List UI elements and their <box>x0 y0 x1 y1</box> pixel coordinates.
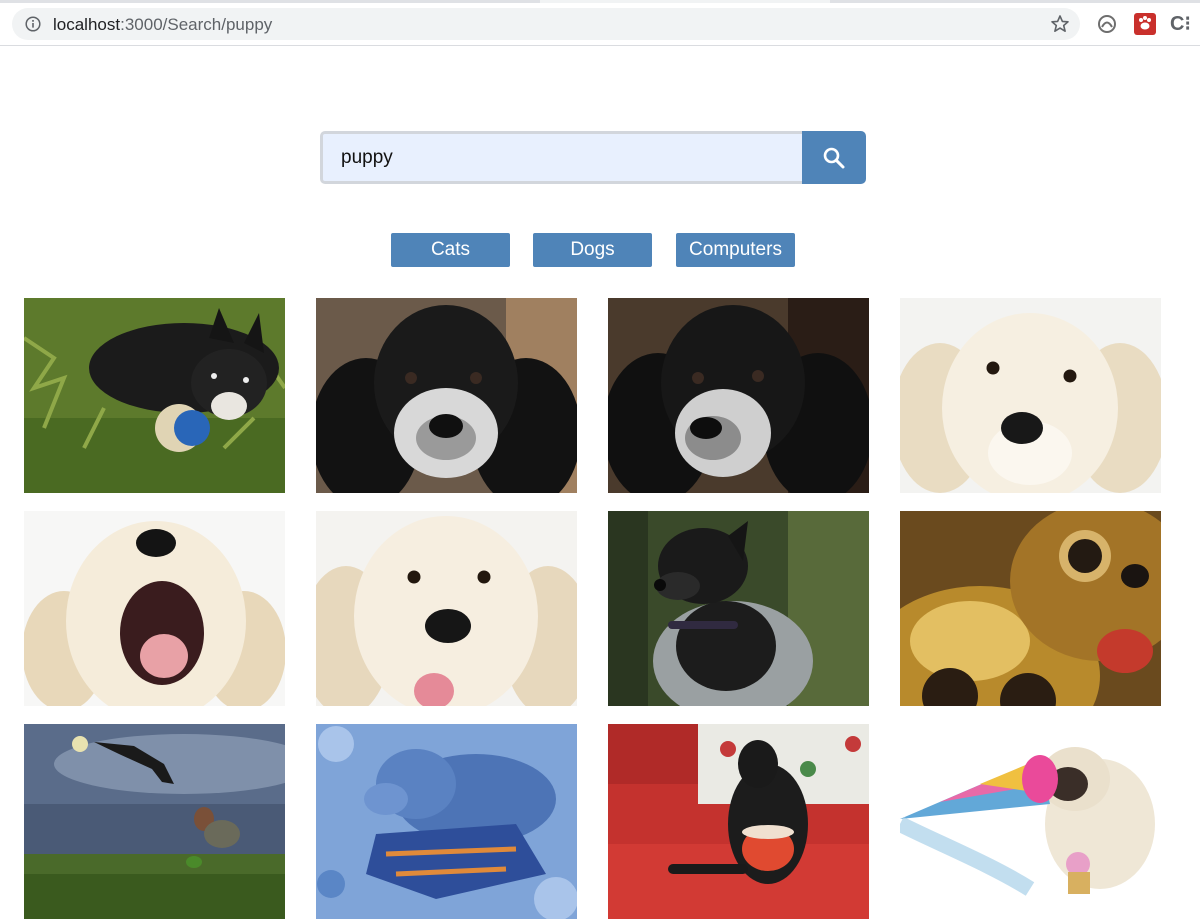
photo-spaniel-portrait-dark[interactable] <box>608 298 869 493</box>
search-bar <box>320 131 866 184</box>
photo-golden-puppy-face[interactable] <box>900 298 1161 493</box>
photo-spotted-dog-outdoors[interactable] <box>608 511 869 706</box>
photo-dog-jumping-frisbee[interactable] <box>24 724 285 919</box>
photo-spaniel-portrait[interactable] <box>316 298 577 493</box>
photo-blue-dog-rocks[interactable] <box>316 724 577 919</box>
search-icon <box>823 147 845 169</box>
photo-puppy-with-ball[interactable] <box>24 298 285 493</box>
cats-button[interactable]: Cats <box>391 233 510 267</box>
search-button[interactable] <box>802 131 866 184</box>
computers-button[interactable]: Computers <box>676 233 795 267</box>
url-host: localhost <box>53 15 121 34</box>
photo-golden-toy-dog[interactable] <box>900 511 1161 706</box>
info-icon[interactable] <box>25 16 41 32</box>
dogs-button[interactable]: Dogs <box>533 233 652 267</box>
photo-golden-puppy-tongue[interactable] <box>316 511 577 706</box>
photo-pug-party-hat[interactable] <box>900 724 1161 919</box>
bookmark-star-icon[interactable] <box>1050 14 1070 34</box>
photo-greyhound-red-couch[interactable] <box>608 724 869 919</box>
extension-icon[interactable] <box>1096 13 1118 35</box>
url-text[interactable]: localhost:3000/Search/puppy <box>53 15 272 35</box>
browser-toolbar: localhost:3000/Search/puppy C⁝ <box>0 3 1200 46</box>
url-path: :3000/Search/puppy <box>120 15 273 34</box>
photo-golden-puppy-yawning[interactable] <box>24 511 285 706</box>
address-bar[interactable]: localhost:3000/Search/puppy <box>12 8 1080 40</box>
c-extension-icon[interactable]: C⁝ <box>1170 13 1192 35</box>
paw-extension-icon[interactable] <box>1134 13 1156 35</box>
search-input[interactable] <box>320 131 804 184</box>
